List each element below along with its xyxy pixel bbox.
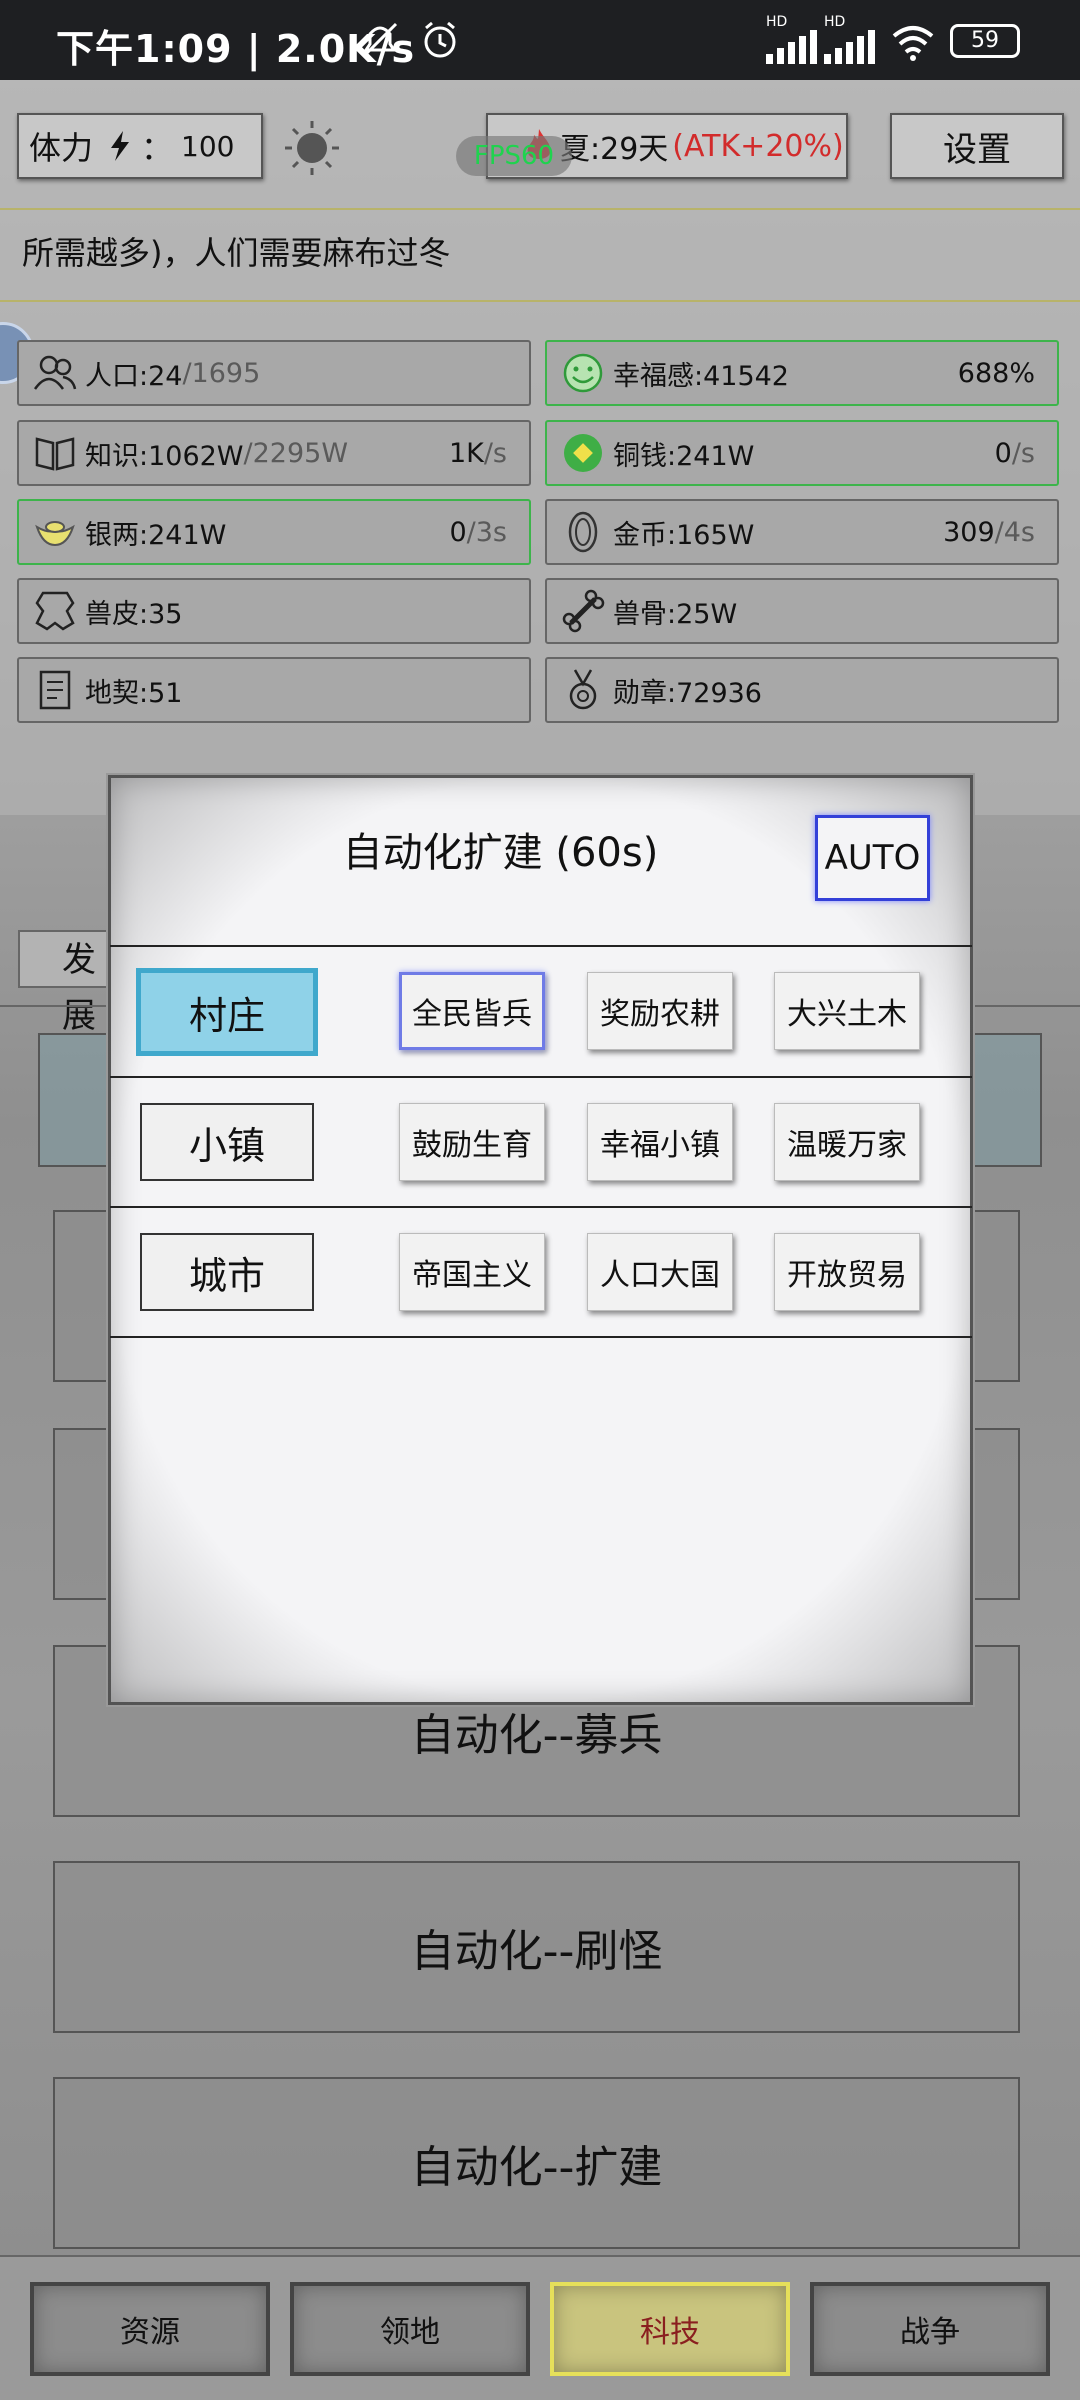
stat-happiness: 幸福感:41542 688%	[545, 340, 1059, 406]
row-divider	[110, 1206, 972, 1208]
stat-label: 知识:1062W	[85, 440, 244, 472]
stamina-box[interactable]: 体力 ： 100	[17, 113, 263, 179]
stat-population: 人口:24/1695	[17, 340, 531, 406]
nav-war[interactable]: 战争	[810, 2282, 1050, 2376]
option-imperialism[interactable]: 帝国主义	[399, 1233, 545, 1311]
season-text: 夏:29天	[560, 132, 669, 167]
stat-label: 勋章:72936	[613, 677, 762, 709]
nav-technology[interactable]: 科技	[550, 2282, 790, 2376]
stamina-label: 体力	[29, 129, 94, 167]
stat-copper: 铜钱:241W 0/s	[545, 420, 1059, 486]
stat-label: 兽骨:25W	[613, 598, 738, 630]
people-icon	[33, 351, 77, 395]
status-bar: 下午1:09 | 2.0K/s HD HD 59	[0, 0, 1080, 80]
deed-icon	[33, 668, 77, 712]
stat-bone: 兽骨:25W	[545, 578, 1059, 644]
alarm-icon	[424, 21, 456, 58]
divider	[0, 300, 1080, 302]
nav-territory[interactable]: 领地	[290, 2282, 530, 2376]
option-open-trade[interactable]: 开放贸易	[774, 1233, 920, 1311]
lightning-icon	[111, 131, 130, 161]
row-divider	[110, 1076, 972, 1078]
stat-label: 地契:51	[85, 677, 183, 709]
stat-hide: 兽皮:35	[17, 578, 531, 644]
settings-button[interactable]: 设置	[890, 113, 1064, 179]
stat-label: 人口:24	[85, 360, 183, 392]
bone-icon	[561, 589, 605, 633]
row-divider	[110, 945, 972, 947]
option-all-soldiers[interactable]: 全民皆兵	[399, 972, 545, 1050]
option-reward-farming[interactable]: 奖励农耕	[587, 972, 733, 1050]
medal-icon	[561, 668, 605, 712]
option-populous-nation[interactable]: 人口大国	[587, 1233, 733, 1311]
stat-gold: 金币:165W 309/4s	[545, 499, 1059, 565]
option-encourage-birth[interactable]: 鼓励生育	[399, 1103, 545, 1181]
stat-knowledge: 知识:1062W/2295W 1K/s	[17, 420, 531, 486]
option-happy-town[interactable]: 幸福小镇	[587, 1103, 733, 1181]
wifi-icon	[892, 26, 934, 61]
signal-icon-1	[766, 30, 817, 64]
stat-deed: 地契:51	[17, 657, 531, 723]
stamina-sep: ：	[141, 129, 174, 167]
tier-town[interactable]: 小镇	[140, 1103, 314, 1181]
auto-monster-button[interactable]: 自动化--刷怪	[53, 1861, 1020, 2033]
auto-expand-button[interactable]: 自动化--扩建	[53, 2077, 1020, 2249]
stat-rate-suffix: /s	[483, 438, 507, 469]
hd-label-1: HD	[766, 14, 788, 30]
option-warm-homes[interactable]: 温暖万家	[774, 1103, 920, 1181]
divider	[0, 208, 1080, 210]
nav-resources[interactable]: 资源	[30, 2282, 270, 2376]
coin-icon	[561, 431, 605, 475]
sun-icon	[285, 121, 339, 175]
tier-village[interactable]: 村庄	[136, 968, 318, 1056]
option-great-construction[interactable]: 大兴土木	[774, 972, 920, 1050]
stat-rate-suffix: /s	[1011, 438, 1035, 469]
fps-counter: FPS60	[456, 136, 572, 176]
hd-label-2: HD	[824, 14, 846, 30]
stat-label: 兽皮:35	[85, 598, 183, 630]
smile-icon	[561, 351, 605, 395]
stat-rate: 0	[449, 517, 467, 548]
stat-silver: 银两:241W 0/3s	[17, 499, 531, 565]
stat-label: 幸福感:41542	[613, 360, 789, 392]
stat-label: 银两:241W	[85, 519, 227, 551]
mute-icon	[362, 22, 398, 58]
stat-label: 金币:165W	[613, 519, 755, 551]
season-bonus: (ATK+20%)	[672, 128, 844, 164]
row-divider	[110, 1336, 972, 1338]
stat-rate: 309	[943, 517, 995, 548]
stat-rate: 688%	[957, 358, 1035, 389]
stat-rate: 1K	[448, 438, 484, 469]
battery-indicator: 59	[950, 24, 1020, 58]
news-ticker: 所需越多)，人们需要麻布过冬	[22, 234, 451, 272]
stat-medal: 勋章:72936	[545, 657, 1059, 723]
stat-suffix: /2295W	[243, 437, 349, 469]
stat-label: 铜钱:241W	[613, 440, 755, 472]
auto-toggle-button[interactable]: AUTO	[815, 815, 930, 901]
stat-rate-suffix: /3s	[466, 517, 507, 548]
gold-coin-icon	[561, 510, 605, 554]
signal-icon-2	[824, 30, 875, 64]
stat-rate: 0	[994, 438, 1012, 469]
stat-rate-suffix: /4s	[994, 517, 1035, 548]
book-icon	[33, 431, 77, 475]
stamina-value: 100	[181, 129, 235, 163]
hide-icon	[33, 589, 77, 633]
stat-suffix: /1695	[182, 357, 261, 389]
tier-city[interactable]: 城市	[140, 1233, 314, 1311]
silver-ingot-icon	[33, 510, 77, 554]
